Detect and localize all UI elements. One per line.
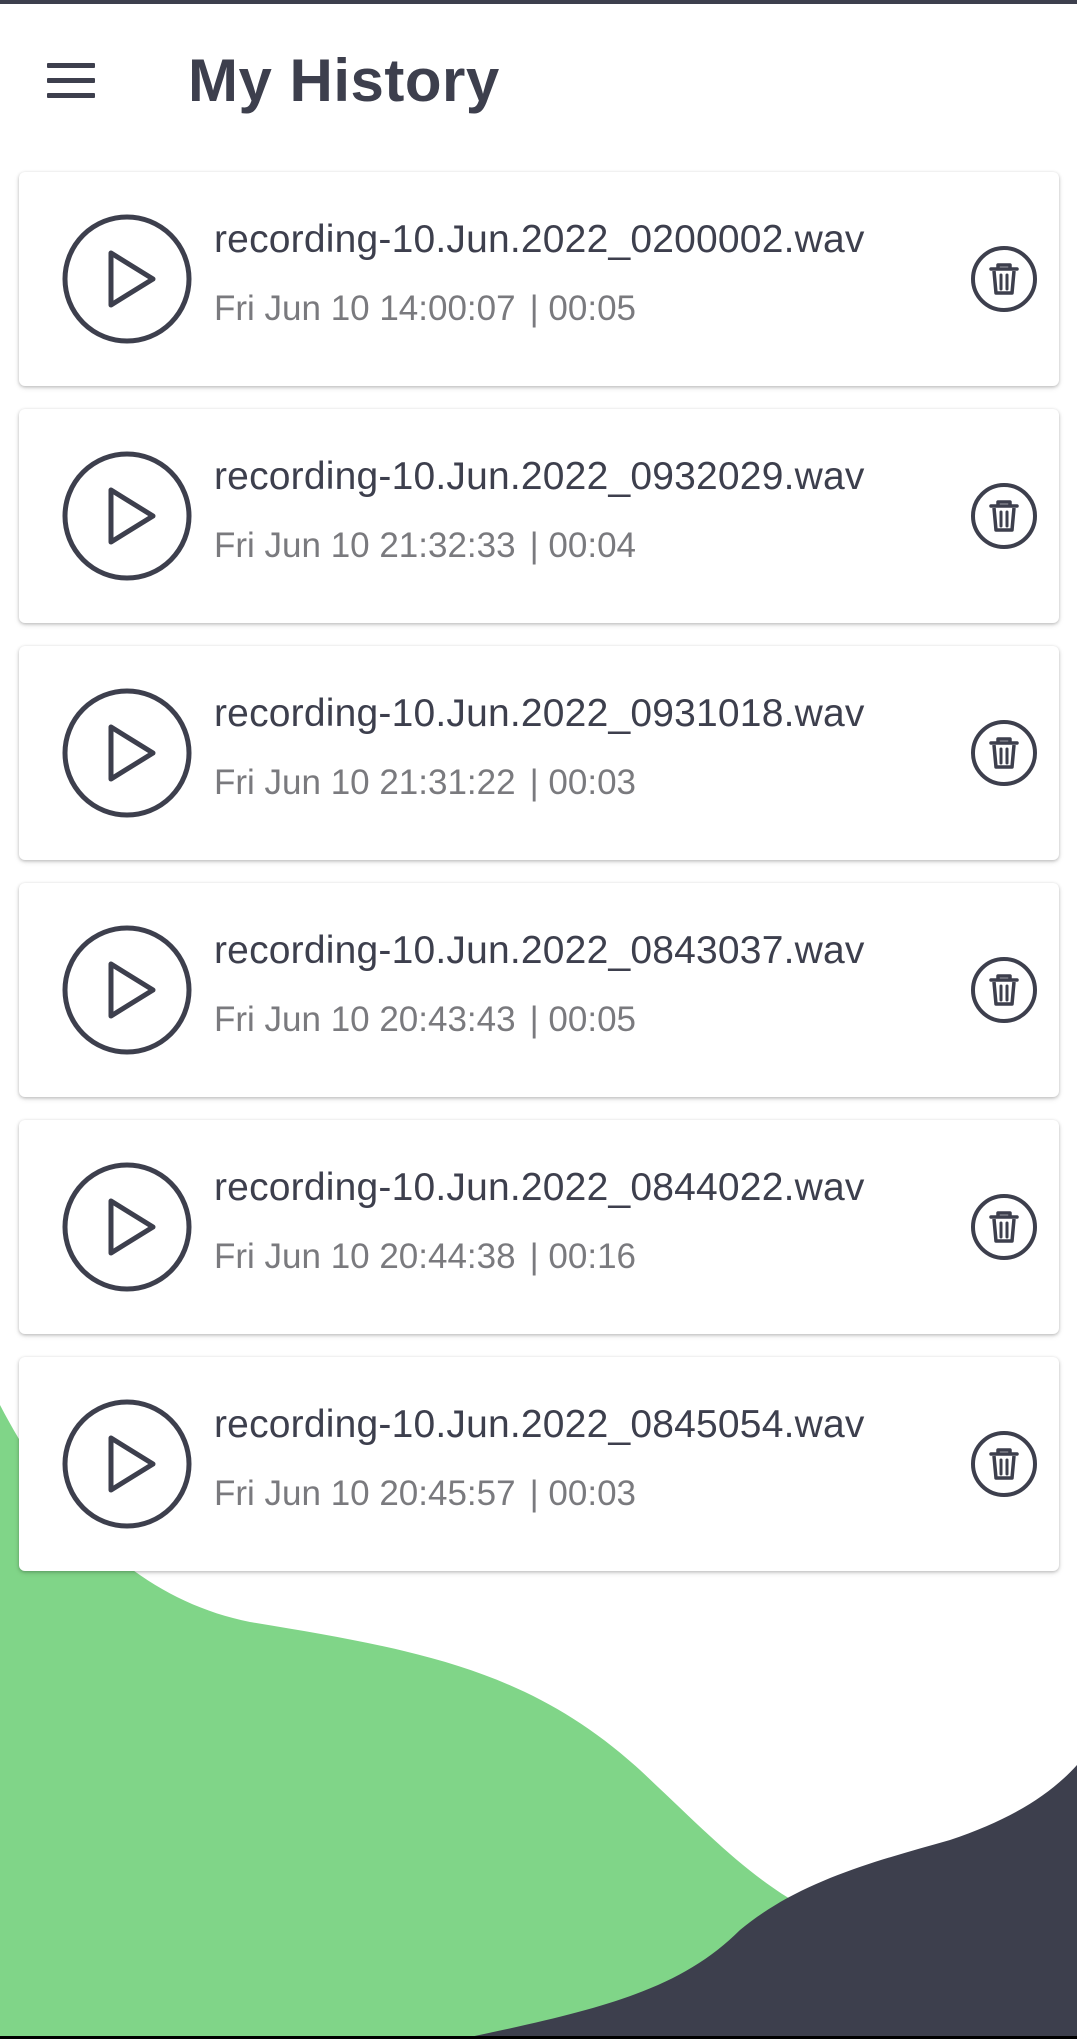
recording-timestamp: Fri Jun 10 14:00:07 xyxy=(214,289,516,328)
trash-icon xyxy=(971,246,1037,312)
page-title: My History xyxy=(188,47,500,114)
recording-file-name: recording-10.Jun.2022_0200002.wav xyxy=(214,218,865,261)
recording-duration: 00:05 xyxy=(548,1000,637,1039)
meta-separator: | xyxy=(529,526,539,565)
meta-separator: | xyxy=(529,289,539,328)
play-circle-icon xyxy=(62,688,192,818)
menu-button[interactable] xyxy=(36,48,108,114)
trash-icon xyxy=(971,1431,1037,1497)
play-button[interactable] xyxy=(61,924,193,1056)
recording-duration: 00:16 xyxy=(548,1237,637,1276)
recording-card[interactable]: recording-10.Jun.2022_0200002.wav Fri Ju… xyxy=(19,172,1059,386)
recording-duration: 00:03 xyxy=(548,1474,637,1513)
trash-icon xyxy=(971,720,1037,786)
trash-icon xyxy=(971,483,1037,549)
trash-icon xyxy=(971,1194,1037,1260)
recording-duration: 00:05 xyxy=(548,289,637,328)
recording-file-name: recording-10.Jun.2022_0845054.wav xyxy=(214,1403,865,1446)
recording-card[interactable]: recording-10.Jun.2022_0843037.wav Fri Ju… xyxy=(19,883,1059,1097)
play-button[interactable] xyxy=(61,1398,193,1530)
recording-meta: Fri Jun 10 14:00:07 | 00:05 xyxy=(214,289,636,329)
recording-list: recording-10.Jun.2022_0200002.wav Fri Ju… xyxy=(19,172,1059,1594)
meta-separator: | xyxy=(529,1000,539,1039)
recording-meta: Fri Jun 10 20:45:57 | 00:03 xyxy=(214,1474,636,1514)
delete-button[interactable] xyxy=(970,1193,1038,1261)
recording-file-name: recording-10.Jun.2022_0844022.wav xyxy=(214,1166,865,1209)
play-circle-icon xyxy=(62,925,192,1055)
delete-button[interactable] xyxy=(970,245,1038,313)
recording-file-name: recording-10.Jun.2022_0931018.wav xyxy=(214,692,865,735)
recording-duration: 00:03 xyxy=(548,763,637,802)
recording-timestamp: Fri Jun 10 20:43:43 xyxy=(214,1000,516,1039)
recording-card[interactable]: recording-10.Jun.2022_0931018.wav Fri Ju… xyxy=(19,646,1059,860)
play-circle-icon xyxy=(62,1162,192,1292)
play-button[interactable] xyxy=(61,687,193,819)
recording-file-name: recording-10.Jun.2022_0843037.wav xyxy=(214,929,865,972)
play-circle-icon xyxy=(62,1399,192,1529)
app-bar: My History xyxy=(0,4,1077,154)
recording-card[interactable]: recording-10.Jun.2022_0845054.wav Fri Ju… xyxy=(19,1357,1059,1571)
recording-file-name: recording-10.Jun.2022_0932029.wav xyxy=(214,455,865,498)
play-button[interactable] xyxy=(61,1161,193,1293)
delete-button[interactable] xyxy=(970,1430,1038,1498)
recording-meta: Fri Jun 10 20:43:43 | 00:05 xyxy=(214,1000,636,1040)
recording-meta: Fri Jun 10 21:31:22 | 00:03 xyxy=(214,763,636,803)
recording-timestamp: Fri Jun 10 21:31:22 xyxy=(214,763,516,802)
recording-timestamp: Fri Jun 10 21:32:33 xyxy=(214,526,516,565)
recording-duration: 00:04 xyxy=(548,526,637,565)
meta-separator: | xyxy=(529,763,539,802)
trash-icon xyxy=(971,957,1037,1023)
recording-meta: Fri Jun 10 20:44:38 | 00:16 xyxy=(214,1237,636,1277)
play-circle-icon xyxy=(62,214,192,344)
recording-card[interactable]: recording-10.Jun.2022_0932029.wav Fri Ju… xyxy=(19,409,1059,623)
delete-button[interactable] xyxy=(970,482,1038,550)
meta-separator: | xyxy=(529,1237,539,1276)
play-button[interactable] xyxy=(61,213,193,345)
meta-separator: | xyxy=(529,1474,539,1513)
play-circle-icon xyxy=(62,451,192,581)
recording-card[interactable]: recording-10.Jun.2022_0844022.wav Fri Ju… xyxy=(19,1120,1059,1334)
recording-timestamp: Fri Jun 10 20:44:38 xyxy=(214,1237,516,1276)
recording-timestamp: Fri Jun 10 20:45:57 xyxy=(214,1474,516,1513)
delete-button[interactable] xyxy=(970,956,1038,1024)
delete-button[interactable] xyxy=(970,719,1038,787)
play-button[interactable] xyxy=(61,450,193,582)
recording-meta: Fri Jun 10 21:32:33 | 00:04 xyxy=(214,526,636,566)
hamburger-menu-icon xyxy=(47,63,95,98)
